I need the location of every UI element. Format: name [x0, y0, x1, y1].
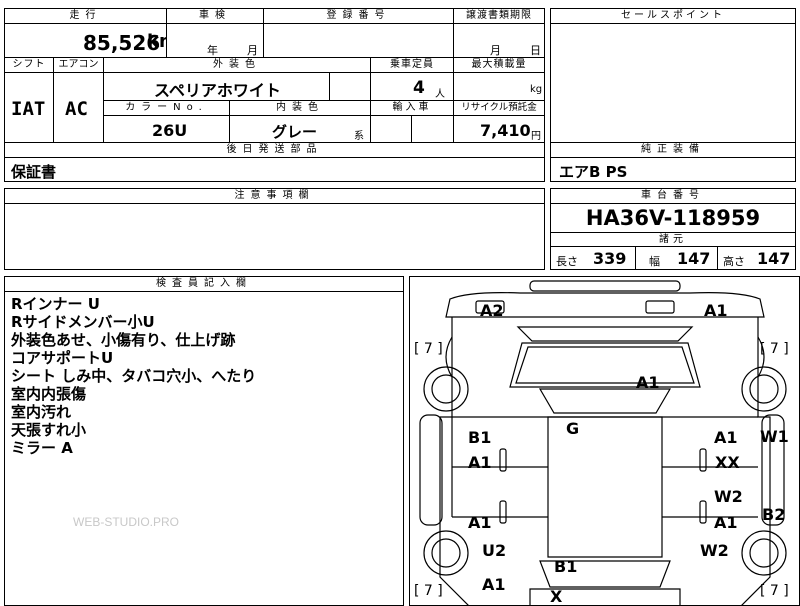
height-label: 高さ: [723, 255, 745, 268]
spec-label: 諸元: [659, 234, 687, 245]
interior-value: グレー: [272, 123, 318, 141]
shaken-label: 車検: [167, 9, 263, 24]
color-no-value: 26U: [152, 121, 188, 140]
capacity-unit: 人: [435, 89, 445, 100]
mark-hood: A1: [636, 373, 660, 392]
capacity-cell: 乗車定員 4 人: [370, 57, 454, 101]
inspector-label: 検査員記入欄: [5, 277, 403, 292]
length-value: 339: [593, 249, 627, 268]
inspector-lines: Rインナー U Rサイドメンバー小U 外装色あせ、小傷有り、仕上げ跡 コアサポー…: [11, 295, 256, 457]
color-no-label: カラーNo.: [104, 101, 229, 116]
mileage-unit: km: [147, 31, 166, 52]
recycle-unit: 円: [531, 131, 541, 142]
inspector-line: ミラー A: [11, 439, 73, 457]
inspector-line: Rサイドメンバー小U: [11, 313, 155, 331]
transfer-month: 月: [490, 44, 501, 57]
mileage-label: 走行: [5, 9, 166, 24]
recycle-cell: リサイクル預託金 7,410 円: [453, 100, 545, 143]
car-diagram: [ 7 ] [ 7 ] [ 7 ] [ 7 ] A2 A1 A1 G B1 A1…: [409, 276, 800, 606]
capacity-label: 乗車定員: [371, 58, 453, 73]
max-load-label: 最大積載量: [454, 58, 544, 73]
inspector-line: コアサポートU: [11, 349, 114, 367]
watermark: WEB-STUDIO.PRO: [73, 515, 180, 529]
registration-cell: 登録番号: [263, 8, 454, 58]
recycle-value: 7,410: [480, 121, 531, 140]
mark-right-rear-door-top: W2: [714, 487, 743, 506]
sales-point-cell: セールスポイント: [550, 8, 796, 143]
equipment-value: エアB PS: [559, 163, 628, 181]
tire-rear-left: [ 7 ]: [414, 583, 443, 599]
import-cell: 輸入車: [370, 100, 454, 143]
inspector-line: 外装色あせ、小傷有り、仕上げ跡: [11, 331, 236, 349]
inspector-line: Rインナー U: [11, 295, 100, 313]
interior-suffix: 系: [354, 131, 364, 142]
mark-right-rear-side: B2: [762, 505, 786, 524]
mark-rear-bottom: X: [550, 587, 563, 606]
inspector-line: シート しみ中、タバコ穴小、へたり: [11, 367, 257, 385]
inspector-line: 室内内張傷: [11, 385, 87, 403]
mark-rear: B1: [554, 557, 578, 576]
notes-label: 注意事項欄: [5, 189, 544, 204]
mark-left-front-door-bottom: A1: [468, 453, 492, 472]
mark-left-rear-door: A1: [468, 513, 492, 532]
shaken-month: 月: [247, 44, 258, 57]
ac-value: AC: [65, 98, 88, 120]
inspector-line: 天張すれ小: [11, 421, 87, 439]
height-value: 147: [757, 249, 791, 268]
color-no-cell: カラーNo. 26U: [103, 100, 230, 143]
max-load-cell: 最大積載量 kg: [453, 57, 545, 101]
parts-label: 後日発送部品: [5, 143, 544, 158]
width-label: 幅: [649, 255, 660, 268]
mark-right-rear-fender: W2: [700, 541, 729, 560]
chassis-label: 車台番号: [551, 189, 795, 204]
mark-front-left: A2: [480, 301, 504, 320]
shift-value: IAT: [11, 98, 46, 120]
chassis-value: HA36V-118959: [585, 206, 761, 230]
shift-label: シフト: [5, 58, 53, 73]
ac-cell: エアコン AC: [53, 57, 104, 143]
shaken-year: 年: [207, 44, 218, 57]
mark-right-front-door-bottom: XX: [715, 453, 740, 472]
ac-label: エアコン: [54, 58, 103, 73]
transfer-label: 譲渡書類期限: [454, 9, 544, 24]
equipment-cell: 純正装備 エアB PS: [550, 142, 796, 182]
mark-front-right: A1: [704, 301, 728, 320]
transfer-cell: 譲渡書類期限 月 日: [453, 8, 545, 58]
interior-cell: 内装色 グレー 系: [229, 100, 371, 143]
import-label: 輸入車: [371, 101, 453, 116]
interior-label: 内装色: [230, 101, 370, 116]
mileage-cell: 走行 85,526 km: [4, 8, 167, 58]
mark-left-front-door-top: B1: [468, 428, 492, 447]
equipment-label: 純正装備: [551, 143, 795, 158]
ext-color-label: 外装色: [104, 58, 370, 73]
shaken-cell: 車検 年 月: [166, 8, 264, 58]
mark-right-rear-door-bottom: A1: [714, 513, 738, 532]
capacity-value: 4: [413, 78, 425, 98]
ext-color-value: スペリアホワイト: [154, 81, 281, 100]
width-value: 147: [677, 249, 711, 268]
length-label: 長さ: [556, 255, 578, 268]
ext-color-cell: 外装色 スペリアホワイト: [103, 57, 371, 101]
parts-value: 保証書: [11, 163, 57, 181]
notes-cell: 注意事項欄: [4, 188, 545, 270]
transfer-day: 日: [530, 44, 541, 57]
mark-left-rear-bottom: A1: [482, 575, 506, 594]
inspector-cell: 検査員記入欄 Rインナー U Rサイドメンバー小U 外装色あせ、小傷有り、仕上げ…: [4, 276, 404, 606]
mark-roof: G: [566, 419, 580, 438]
recycle-label: リサイクル預託金: [454, 101, 544, 116]
mark-right-pillar: W1: [760, 427, 789, 446]
max-load-unit: kg: [530, 84, 543, 95]
mark-right-front-door-top: A1: [714, 428, 738, 447]
chassis-cell: 車台番号 HA36V-118959 諸元 長さ 339 幅 147 高さ 147: [550, 188, 796, 270]
shift-cell: シフト IAT: [4, 57, 54, 143]
tire-front-right: [ 7 ]: [760, 341, 789, 357]
sales-point-label: セールスポイント: [551, 9, 795, 24]
mark-left-rear-fender: U2: [482, 541, 507, 560]
registration-label: 登録番号: [264, 9, 453, 24]
parts-cell: 後日発送部品 保証書: [4, 142, 545, 182]
tire-rear-right: [ 7 ]: [760, 583, 789, 599]
tire-front-left: [ 7 ]: [414, 341, 443, 357]
inspector-line: 室内汚れ: [11, 403, 72, 421]
